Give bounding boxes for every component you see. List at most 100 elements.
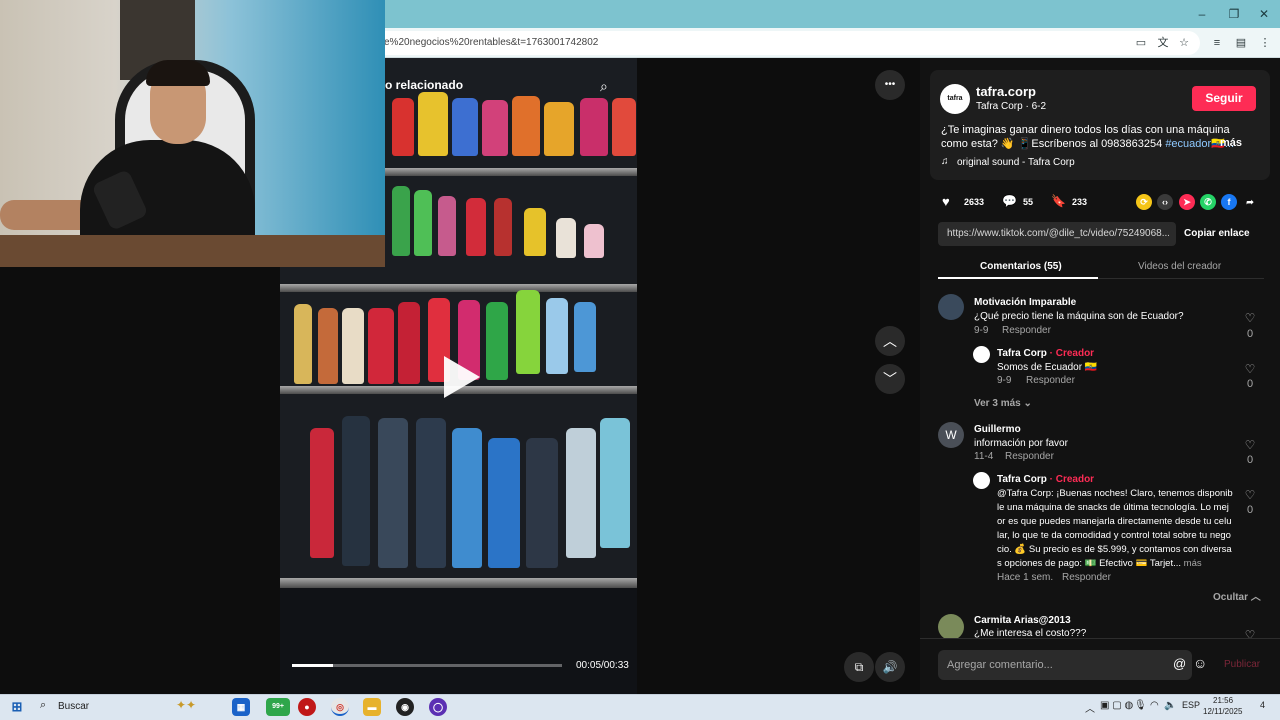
chrome-icon[interactable]: ◎ [331, 698, 349, 716]
follow-button[interactable]: Seguir [1192, 86, 1256, 111]
view-more-replies[interactable]: Ver 3 más ⌄ [974, 398, 1032, 409]
url-text[interactable]: e%20negocios%20rentables&t=1763001742802 [384, 37, 598, 48]
bookmark-icon[interactable]: 🔖 [1051, 194, 1066, 208]
share-icon[interactable]: ➦ [1242, 194, 1258, 210]
avatar[interactable] [938, 294, 964, 320]
snack-bag [482, 100, 508, 156]
translate-icon[interactable]: 文 [1154, 34, 1172, 52]
author-handle[interactable]: tafra.corp [976, 84, 1036, 99]
sidebar-icon[interactable]: ▤ [1232, 34, 1250, 52]
hide-label[interactable]: Ocultar [1213, 592, 1248, 603]
avatar[interactable] [973, 472, 990, 489]
music-title[interactable]: original sound - Tafra Corp [957, 157, 1075, 168]
streamer-hair [146, 60, 210, 86]
taskbar-search[interactable]: Buscar [58, 701, 89, 712]
progress-bar[interactable] [292, 664, 562, 667]
can [294, 304, 312, 384]
side-panel: tafra corp tafra.corp Tafra Corp · 6-2 S… [920, 58, 1280, 694]
reply-button[interactable]: Responder [1026, 375, 1075, 386]
repost-icon[interactable]: ⟳ [1136, 194, 1152, 210]
folder-icon[interactable]: ▬ [363, 698, 381, 716]
store-icon[interactable]: ▦ [232, 698, 250, 716]
hide-replies[interactable]: Ocultar ︿ [1213, 588, 1261, 603]
author-avatar[interactable]: tafra corp [940, 84, 970, 132]
tray-apps-icon[interactable]: ▣ ▢ ◍ [1100, 700, 1133, 711]
emoji-icon[interactable]: ☺ [1193, 655, 1207, 671]
post-link[interactable]: https://www.tiktok.com/@dile_tc/video/75… [947, 228, 1169, 239]
comment-date: 11-4 [974, 451, 994, 462]
send-icon[interactable]: ➤ [1179, 194, 1195, 210]
language-indicator[interactable]: ESP [1182, 700, 1200, 710]
notification-count[interactable]: 4 [1260, 700, 1265, 710]
heart-icon[interactable]: ♡ [1243, 488, 1257, 502]
copy-link-button[interactable]: Copiar enlace [1184, 228, 1250, 239]
reply-user-name[interactable]: Tafra Corp [997, 474, 1047, 485]
view-more-label[interactable]: Ver 3 más [974, 398, 1021, 409]
star-icon[interactable]: ☆ [1175, 34, 1193, 52]
comment-icon[interactable]: 💬 [1002, 194, 1017, 208]
embed-icon[interactable]: ‹› [1157, 194, 1173, 210]
whatsapp-icon[interactable]: ✆ [1200, 194, 1216, 210]
volume-icon[interactable]: 🔊 [875, 652, 905, 682]
reply-user-name[interactable]: Tafra Corp [997, 348, 1047, 359]
caption-more-link[interactable]: más [1220, 137, 1242, 149]
chevron-up-icon[interactable]: ︿ [875, 326, 905, 356]
heart-icon[interactable]: ♡ [1243, 311, 1257, 325]
miniplayer-icon[interactable]: ⧉ [844, 652, 874, 682]
record-icon[interactable]: ● [298, 698, 316, 716]
menu-icon[interactable]: ⋮ [1256, 34, 1274, 52]
tray-chevron-icon[interactable]: ︿ [1085, 700, 1095, 715]
related-label[interactable]: o relacionado [385, 78, 463, 92]
chevron-down-icon[interactable]: ﹀ [875, 364, 905, 394]
obs-icon[interactable]: ◉ [396, 698, 414, 716]
close-window-button[interactable]: ✕ [1250, 4, 1278, 24]
heart-icon[interactable]: ♡ [1243, 438, 1257, 452]
restore-button[interactable]: ❐ [1220, 4, 1248, 24]
bottle [546, 298, 568, 374]
clock-date[interactable]: 12/11/2025 [1203, 707, 1242, 716]
snack-bag [580, 98, 608, 156]
taskbar-search-icon[interactable]: ⌕ [40, 699, 46, 712]
tray-mic-icon[interactable]: 🎙 [1134, 700, 1147, 711]
widgets-icon[interactable]: ✦✦ [176, 698, 196, 712]
whatsapp-badge[interactable]: 99+ [266, 698, 290, 716]
comment-input[interactable]: Agregar comentario... [947, 659, 1053, 671]
post-comment-button[interactable]: Publicar [1224, 659, 1260, 670]
windows-start-icon[interactable]: ⊞ [8, 698, 26, 716]
cast-icon[interactable]: ▭ [1132, 34, 1150, 52]
comment-user[interactable]: Motivación Imparable [974, 297, 1076, 308]
more-options-button[interactable]: ••• [875, 70, 905, 100]
play-icon[interactable] [444, 356, 480, 398]
creator-badge: · Creador [1049, 474, 1095, 485]
minimize-button[interactable]: – [1188, 4, 1216, 24]
reply-user[interactable]: Tafra Corp · Creador [997, 474, 1094, 485]
bottle [574, 302, 596, 372]
shelf [280, 578, 637, 588]
app-icon[interactable]: ◯ [429, 698, 447, 716]
heart-icon[interactable]: ♡ [1243, 362, 1257, 376]
avatar[interactable]: W [938, 422, 964, 448]
tab-comments[interactable]: Comentarios (55) [980, 261, 1062, 272]
author-name: Tafra Corp · 6-2 [976, 101, 1047, 112]
tab-creator-videos[interactable]: Videos del creador [1138, 261, 1221, 272]
reply-more-link[interactable]: más [1184, 558, 1202, 569]
facebook-icon[interactable]: f [1221, 194, 1237, 210]
reply-button[interactable]: Responder [1002, 325, 1051, 336]
reply-user[interactable]: Tafra Corp · Creador [997, 348, 1094, 359]
heart-icon[interactable]: ♥ [942, 194, 950, 209]
bottle [342, 416, 370, 566]
avatar[interactable] [973, 346, 990, 363]
clock-time[interactable]: 21:56 [1213, 696, 1233, 705]
comment-user[interactable]: Guillermo [974, 424, 1021, 435]
reply-button[interactable]: Responder [1062, 572, 1111, 583]
wifi-icon[interactable]: ◠ [1150, 700, 1159, 711]
avatar[interactable] [938, 614, 964, 640]
reply-date: Hace 1 sem. [997, 572, 1054, 583]
volume-tray-icon[interactable]: 🔈 [1164, 700, 1176, 711]
can [342, 308, 364, 384]
search-icon[interactable]: ⌕ [600, 78, 608, 95]
tab-search-icon[interactable]: ≡ [1208, 34, 1226, 52]
reply-button[interactable]: Responder [1005, 451, 1054, 462]
mention-icon[interactable]: @ [1173, 656, 1186, 671]
comment-user[interactable]: Carmita Arias@2013 [974, 615, 1071, 626]
